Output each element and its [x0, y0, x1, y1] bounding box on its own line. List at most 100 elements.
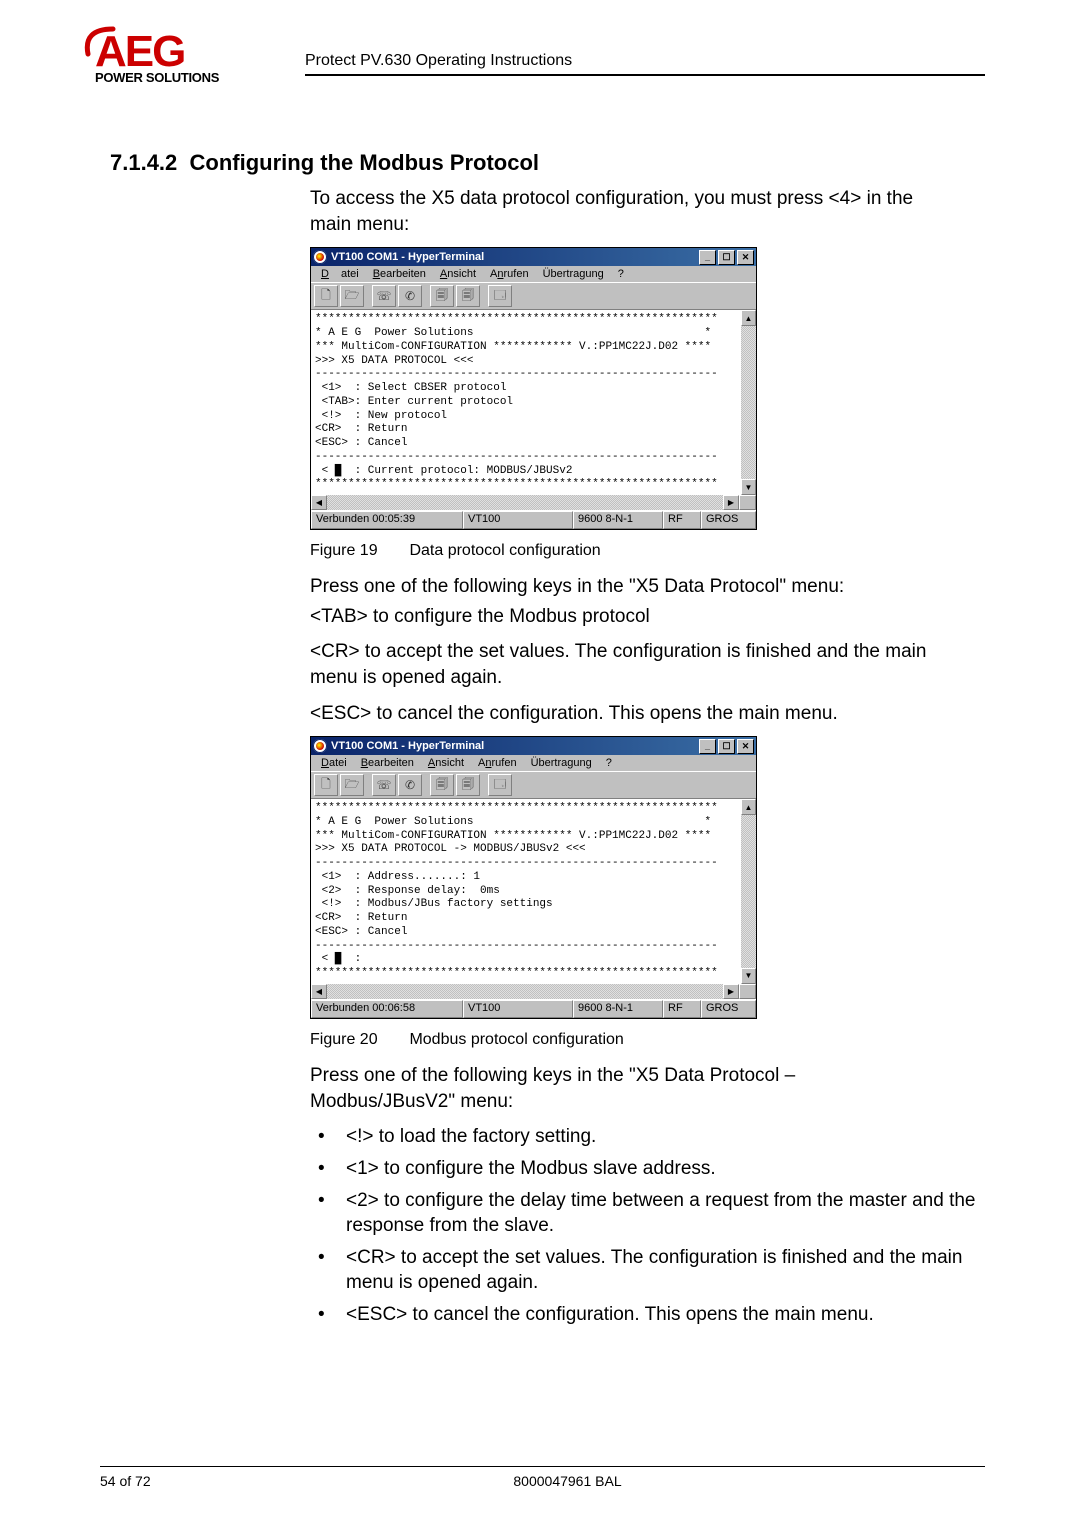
section-number: 7.1.4.2 [110, 150, 177, 175]
menu-datei[interactable]: Datei [315, 756, 353, 770]
bullet-factory: <!> to load the factory setting. [310, 1124, 985, 1150]
figure-number: Figure 20 [310, 1031, 405, 1049]
toolbar-send-icon[interactable]: 🗐 [430, 774, 454, 796]
menu-help[interactable]: ? [600, 756, 618, 770]
figure-20-caption: Figure 20 Modbus protocol configuration [310, 1031, 985, 1049]
horizontal-scrollbar[interactable]: ◀ ▶ [311, 495, 756, 510]
bullet-esc: <ESC> to cancel the configuration. This … [310, 1302, 985, 1328]
menu-ansicht[interactable]: Ansicht [434, 267, 482, 281]
vertical-scrollbar[interactable]: ▲ ▼ [741, 799, 756, 984]
horizontal-scrollbar[interactable]: ◀ ▶ [311, 984, 756, 999]
para-cr: <CR> to accept the set values. The confi… [310, 639, 935, 690]
toolbar-receive-icon[interactable]: 🗐 [456, 774, 480, 796]
toolbar-callhang-icon[interactable]: ☏ [372, 774, 396, 796]
hyperterminal-window-2: VT100 COM1 - HyperTerminal _ ☐ ✕ Datei B… [310, 736, 757, 1019]
figure-caption-text: Modbus protocol configuration [409, 1031, 623, 1048]
menu-uebertragung[interactable]: Übertragung [537, 267, 610, 281]
brand-tagline: POWER SOLUTIONS [95, 70, 255, 85]
menu-anrufen[interactable]: Anrufen [472, 756, 523, 770]
minimize-button[interactable]: _ [699, 250, 716, 265]
para-esc: <ESC> to cancel the configuration. This … [310, 701, 935, 727]
toolbar-new-icon[interactable]: 🗋 [314, 285, 338, 307]
menu-bearbeiten[interactable]: Bearbeiten [355, 756, 420, 770]
minimize-button[interactable]: _ [699, 739, 716, 754]
bullet-list: <!> to load the factory setting. <1> to … [310, 1124, 985, 1327]
status-caps: GROS [701, 1000, 756, 1018]
close-button[interactable]: ✕ [737, 739, 754, 754]
status-emulation: VT100 [463, 511, 573, 529]
footer-right [785, 1473, 985, 1489]
menu-anrufen[interactable]: Anrufen [484, 267, 535, 281]
status-rf: RF [663, 1000, 701, 1018]
para-intro: To access the X5 data protocol configura… [310, 186, 935, 237]
close-button[interactable]: ✕ [737, 250, 754, 265]
section-heading: 7.1.4.2 Configuring the Modbus Protocol [110, 150, 985, 176]
toolbar-receive-icon[interactable]: 🗐 [456, 285, 480, 307]
terminal-output: ****************************************… [311, 310, 741, 495]
menu-uebertragung[interactable]: Übertragung [525, 756, 598, 770]
scroll-right-icon[interactable]: ▶ [723, 984, 739, 999]
scroll-down-icon[interactable]: ▼ [741, 479, 756, 495]
app-icon [313, 250, 327, 264]
page-footer: 54 of 72 8000047961 BAL [100, 1473, 985, 1489]
status-rf: RF [663, 511, 701, 529]
menu-datei[interactable]: Datei [315, 267, 365, 281]
para-tab: <TAB> to configure the Modbus protocol [310, 604, 935, 630]
app-icon [313, 739, 327, 753]
toolbar-properties-icon[interactable]: 🗔 [488, 285, 512, 307]
status-port: 9600 8-N-1 [573, 1000, 663, 1018]
window-title: VT100 COM1 - HyperTerminal [331, 740, 697, 752]
hyperterminal-window-1: VT100 COM1 - HyperTerminal _ ☐ ✕ Datei B… [310, 247, 757, 530]
status-connection: Verbunden 00:06:58 [311, 1000, 463, 1018]
status-connection: Verbunden 00:05:39 [311, 511, 463, 529]
scroll-left-icon[interactable]: ◀ [311, 495, 327, 510]
scroll-up-icon[interactable]: ▲ [741, 310, 756, 326]
doc-title: Protect PV.630 Operating Instructions [305, 52, 985, 74]
menu-help[interactable]: ? [612, 267, 630, 281]
maximize-button[interactable]: ☐ [718, 250, 735, 265]
toolbar-new-icon[interactable]: 🗋 [314, 774, 338, 796]
status-caps: GROS [701, 511, 756, 529]
brand-logo: AEG POWER SOLUTIONS [95, 30, 255, 85]
maximize-button[interactable]: ☐ [718, 739, 735, 754]
vertical-scrollbar[interactable]: ▲ ▼ [741, 310, 756, 495]
resize-grip-icon[interactable] [739, 984, 756, 999]
toolbar-disconnect-icon[interactable]: ✆ [398, 285, 422, 307]
footer-document-id: 8000047961 BAL [350, 1473, 785, 1489]
status-emulation: VT100 [463, 1000, 573, 1018]
figure-19-caption: Figure 19 Data protocol configuration [310, 542, 985, 560]
toolbar-open-icon[interactable]: 🗁 [340, 774, 364, 796]
toolbar-properties-icon[interactable]: 🗔 [488, 774, 512, 796]
toolbar-disconnect-icon[interactable]: ✆ [398, 774, 422, 796]
para-keys-intro: Press one of the following keys in the "… [310, 574, 935, 600]
terminal-output: ****************************************… [311, 799, 741, 984]
scroll-down-icon[interactable]: ▼ [741, 968, 756, 984]
figure-number: Figure 19 [310, 542, 405, 560]
para-keys-intro-2: Press one of the following keys in the "… [310, 1063, 935, 1114]
menu-bearbeiten[interactable]: Bearbeiten [367, 267, 432, 281]
footer-page-number: 54 of 72 [100, 1473, 350, 1489]
window-title: VT100 COM1 - HyperTerminal [331, 251, 697, 263]
section-title-text: Configuring the Modbus Protocol [190, 150, 540, 175]
titlebar: VT100 COM1 - HyperTerminal _ ☐ ✕ [311, 737, 756, 755]
scroll-right-icon[interactable]: ▶ [723, 495, 739, 510]
statusbar: Verbunden 00:06:58 VT100 9600 8-N-1 RF G… [311, 999, 756, 1018]
resize-grip-icon[interactable] [739, 495, 756, 510]
bullet-slave-address: <1> to configure the Modbus slave addres… [310, 1156, 985, 1182]
figure-caption-text: Data protocol configuration [409, 542, 600, 559]
bullet-delay: <2> to configure the delay time between … [310, 1188, 985, 1239]
toolbar-callhang-icon[interactable]: ☏ [372, 285, 396, 307]
toolbar: 🗋 🗁 ☏ ✆ 🗐 🗐 🗔 [311, 771, 756, 799]
scroll-left-icon[interactable]: ◀ [311, 984, 327, 999]
menubar: Datei Bearbeiten Ansicht Anrufen Übertra… [311, 266, 756, 282]
statusbar: Verbunden 00:05:39 VT100 9600 8-N-1 RF G… [311, 510, 756, 529]
scroll-up-icon[interactable]: ▲ [741, 799, 756, 815]
titlebar: VT100 COM1 - HyperTerminal _ ☐ ✕ [311, 248, 756, 266]
toolbar-open-icon[interactable]: 🗁 [340, 285, 364, 307]
status-port: 9600 8-N-1 [573, 511, 663, 529]
menubar: Datei Bearbeiten Ansicht Anrufen Übertra… [311, 755, 756, 771]
menu-ansicht[interactable]: Ansicht [422, 756, 470, 770]
bullet-cr: <CR> to accept the set values. The confi… [310, 1245, 985, 1296]
toolbar-send-icon[interactable]: 🗐 [430, 285, 454, 307]
toolbar: 🗋 🗁 ☏ ✆ 🗐 🗐 🗔 [311, 282, 756, 310]
